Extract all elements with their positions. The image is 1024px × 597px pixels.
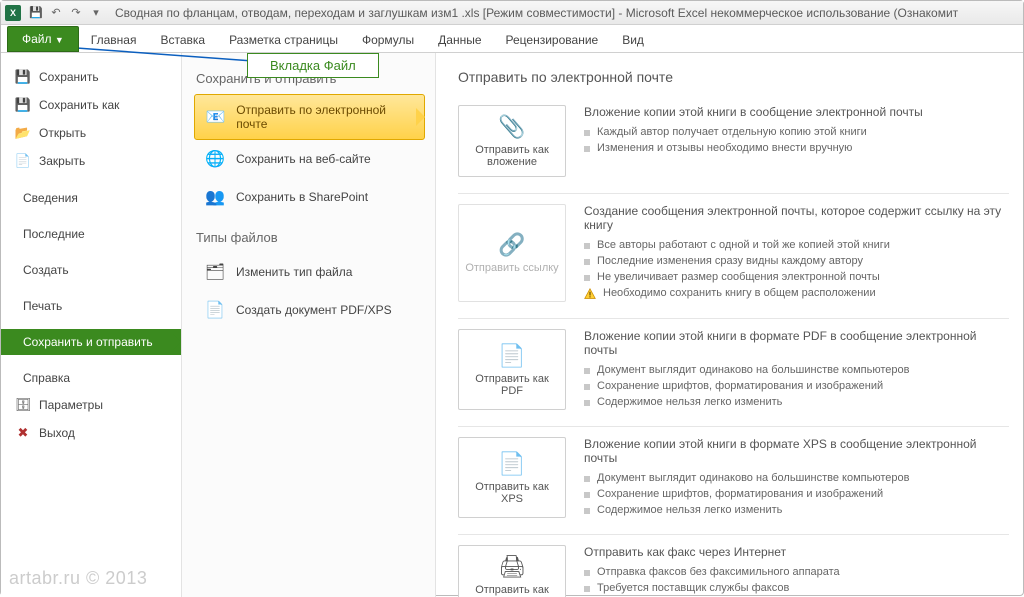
btn-send-xps[interactable]: 📄 Отправить как XPS — [458, 437, 566, 518]
opt3-head: Вложение копии этой книги в формате PDF … — [584, 329, 1009, 357]
row-send-fax: 🖨 Отправить как факс через Интернет Отпр… — [458, 535, 1009, 597]
saveas-icon: 💾 — [15, 97, 31, 113]
email-icon: 📧 — [205, 106, 226, 128]
nav-options[interactable]: 🗄Параметры — [1, 391, 181, 419]
save-icon[interactable]: 💾 — [27, 4, 45, 22]
folder-open-icon: 📂 — [15, 125, 31, 141]
close-file-icon: 📄 — [15, 153, 31, 169]
nav-info[interactable]: Сведения — [1, 185, 181, 211]
tab-data[interactable]: Данные — [426, 28, 493, 52]
opt3-li3: Содержимое нельзя легко изменить — [597, 396, 782, 408]
link-icon: 🔗 — [498, 232, 525, 258]
row-send-pdf: 📄 Отправить как PDF Вложение копии этой … — [458, 319, 1009, 427]
pdf-icon: 📄 — [204, 299, 226, 321]
callout-arrow — [58, 43, 258, 67]
nav-save-as[interactable]: 💾Сохранить как — [1, 91, 181, 119]
redo-icon[interactable]: ↷ — [67, 4, 85, 22]
opt4-li2: Сохранение шрифтов, форматирования и изо… — [597, 488, 883, 500]
opt2-li2: Последние изменения сразу видны каждому … — [597, 255, 863, 267]
opt-save-web[interactable]: 🌐Сохранить на веб-сайте — [194, 140, 425, 178]
opt4-li1: Документ выглядит одинаково на большинст… — [597, 472, 909, 484]
opt-change-type[interactable]: 🗂Изменить тип файла — [194, 253, 425, 291]
nav-open[interactable]: 📂Открыть — [1, 119, 181, 147]
file-tab[interactable]: Файл ▼ — [7, 26, 79, 52]
opt3-li2: Сохранение шрифтов, форматирования и изо… — [597, 380, 883, 392]
panel-heading: Отправить по электронной почте — [458, 69, 1009, 85]
send-email-panel: Отправить по электронной почте 📎 Отправи… — [436, 53, 1023, 597]
undo-icon[interactable]: ↶ — [47, 4, 65, 22]
row-send-link: 🔗 Отправить ссылку Создание сообщения эл… — [458, 194, 1009, 319]
nav-help[interactable]: Справка — [1, 365, 181, 391]
xps-doc-icon: 📄 — [498, 451, 525, 477]
quick-access-toolbar: X 💾 ↶ ↷ ▾ — [5, 4, 105, 22]
opt2-li3: Не увеличивает размер сообщения электрон… — [597, 271, 880, 283]
opt2-warn: Необходимо сохранить книгу в общем распо… — [603, 287, 876, 299]
qat-more-icon[interactable]: ▾ — [87, 4, 105, 22]
save-icon: 💾 — [15, 69, 31, 85]
window-title: Сводная по фланцам, отводам, переходам и… — [115, 6, 958, 20]
warning-icon — [584, 288, 596, 300]
pdf-doc-icon: 📄 — [498, 343, 525, 369]
nav-new[interactable]: Создать — [1, 257, 181, 283]
opt5-li1: Отправка факсов без факсимильного аппара… — [597, 566, 840, 578]
row-send-attachment: 📎 Отправить как вложение Вложение копии … — [458, 95, 1009, 194]
opt-create-pdfxps[interactable]: 📄Создать документ PDF/XPS — [194, 291, 425, 329]
filetype-icon: 🗂 — [204, 261, 226, 283]
tab-review[interactable]: Рецензирование — [494, 28, 611, 52]
opt-send-email[interactable]: 📧Отправить по электронной почте — [194, 94, 425, 140]
btn-send-pdf[interactable]: 📄 Отправить как PDF — [458, 329, 566, 410]
opt1-li2: Изменения и отзывы необходимо внести вру… — [597, 142, 852, 154]
opt5-head: Отправить как факс через Интернет — [584, 545, 1009, 559]
attachment-icon: 📎 — [498, 114, 525, 140]
btn-send-link: 🔗 Отправить ссылку — [458, 204, 566, 302]
nav-exit[interactable]: ✖Выход — [1, 419, 181, 447]
backstage-nav: 💾Сохранить 💾Сохранить как 📂Открыть 📄Закр… — [1, 53, 181, 597]
save-send-list: Сохранить и отправить 📧Отправить по элек… — [181, 53, 436, 597]
nav-recent[interactable]: Последние — [1, 221, 181, 247]
watermark: artabr.ru © 2013 — [9, 568, 147, 589]
section-head-types: Типы файлов — [196, 230, 425, 245]
opt4-li3: Содержимое нельзя легко изменить — [597, 504, 782, 516]
row-send-xps: 📄 Отправить как XPS Вложение копии этой … — [458, 427, 1009, 535]
opt3-li1: Документ выглядит одинаково на большинст… — [597, 364, 909, 376]
tab-view[interactable]: Вид — [610, 28, 656, 52]
options-icon: 🗄 — [15, 397, 31, 413]
opt5-li2: Требуется поставщик службы факсов — [597, 582, 789, 594]
exit-icon: ✖ — [15, 425, 31, 441]
nav-close[interactable]: 📄Закрыть — [1, 147, 181, 175]
opt-save-sharepoint[interactable]: 👥Сохранить в SharePoint — [194, 178, 425, 216]
backstage-view: 💾Сохранить 💾Сохранить как 📂Открыть 📄Закр… — [1, 53, 1023, 597]
btn-send-attachment[interactable]: 📎 Отправить как вложение — [458, 105, 566, 177]
globe-icon: 🌐 — [204, 148, 226, 170]
opt2-head: Создание сообщения электронной почты, ко… — [584, 204, 1009, 232]
nav-print[interactable]: Печать — [1, 293, 181, 319]
nav-save-send[interactable]: Сохранить и отправить — [1, 329, 181, 355]
nav-save[interactable]: 💾Сохранить — [1, 63, 181, 91]
tab-formulas[interactable]: Формулы — [350, 28, 426, 52]
title-bar: X 💾 ↶ ↷ ▾ Сводная по фланцам, отводам, п… — [1, 1, 1023, 25]
opt1-head: Вложение копии этой книги в сообщение эл… — [584, 105, 1009, 119]
opt2-li1: Все авторы работают с одной и той же коп… — [597, 239, 890, 251]
opt1-li1: Каждый автор получает отдельную копию эт… — [597, 126, 867, 138]
sharepoint-icon: 👥 — [204, 186, 226, 208]
opt4-head: Вложение копии этой книги в формате XPS … — [584, 437, 1009, 465]
excel-icon: X — [5, 5, 21, 21]
fax-icon: 🖨 — [498, 554, 526, 580]
btn-send-fax[interactable]: 🖨 Отправить как факс через Интернет — [458, 545, 566, 597]
callout-label: Вкладка Файл — [247, 53, 379, 78]
